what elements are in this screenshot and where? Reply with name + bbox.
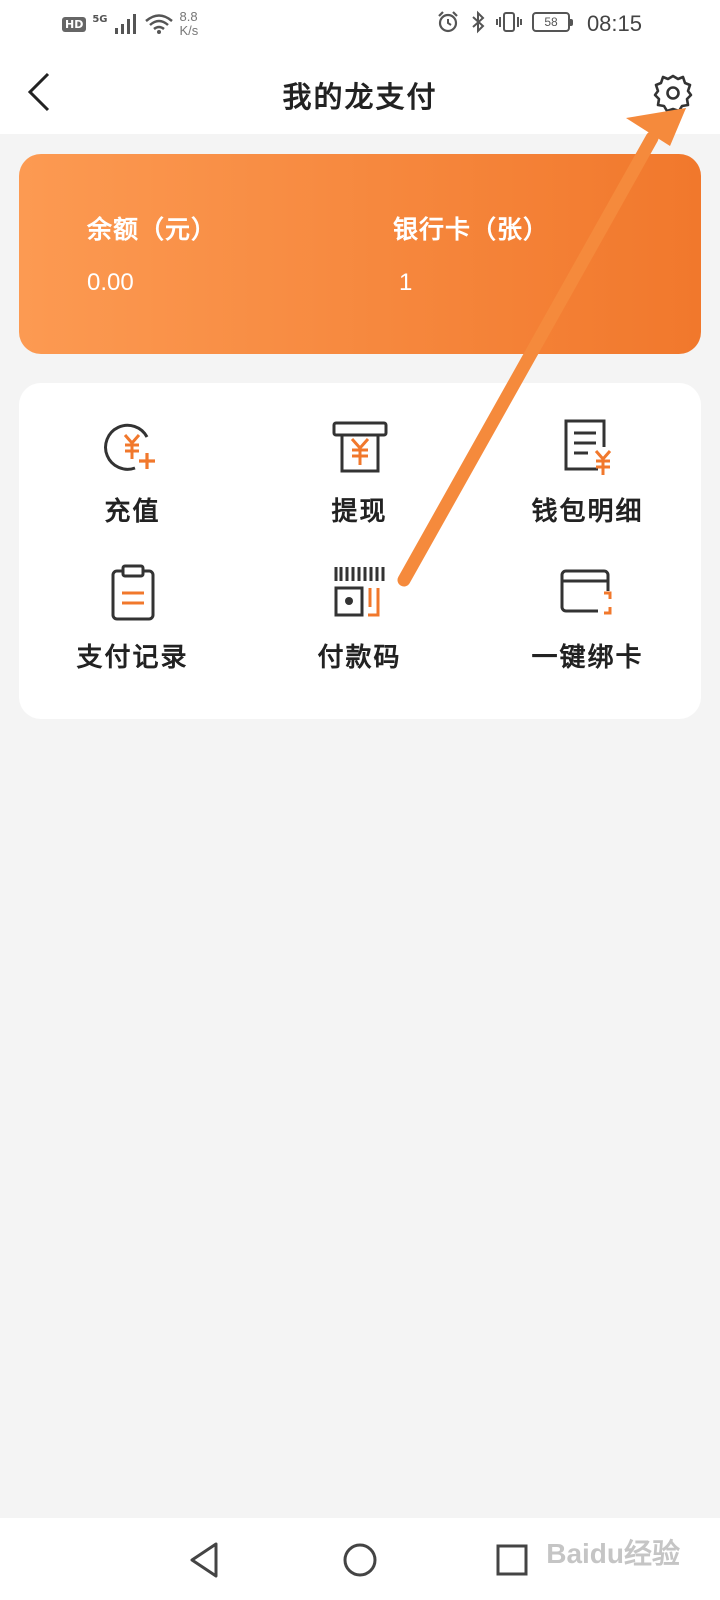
status-bar: HD 5G 8.8 K/s 58 08:15 bbox=[0, 0, 720, 50]
service-recharge[interactable]: 充值 bbox=[19, 383, 246, 533]
square-recents-icon bbox=[496, 1544, 528, 1576]
system-nav-bar: Baidu经验 bbox=[0, 1518, 720, 1600]
service-label: 提现 bbox=[331, 497, 388, 527]
balance-label: 余额（元） bbox=[87, 215, 218, 244]
service-grid: 充值 提现 钱包明细 支付记录 付款码 一键绑卡 bbox=[19, 383, 701, 719]
service-label: 充值 bbox=[104, 497, 161, 527]
network-speed: 8.8 K/s bbox=[179, 9, 199, 38]
service-label: 付款码 bbox=[317, 643, 402, 673]
clock: 08:15 bbox=[586, 11, 642, 36]
status-right: 58 bbox=[436, 10, 573, 34]
triangle-back-icon bbox=[190, 1542, 218, 1578]
network-type: 5G bbox=[92, 13, 108, 25]
app-header: 我的龙支付 bbox=[0, 50, 720, 134]
nav-recents-button[interactable] bbox=[490, 1538, 534, 1582]
bluetooth-icon bbox=[472, 10, 485, 34]
balance-value[interactable]: 0.00 bbox=[87, 269, 134, 297]
vibrate-icon bbox=[496, 12, 522, 32]
signal-icon bbox=[114, 14, 136, 34]
withdraw-icon bbox=[332, 421, 387, 473]
page-title: 我的龙支付 bbox=[282, 80, 438, 114]
nav-back-button[interactable] bbox=[184, 1538, 228, 1582]
balance-card: 余额（元） 0.00 银行卡（张） 1 bbox=[19, 154, 701, 354]
nav-home-button[interactable] bbox=[338, 1538, 382, 1582]
battery-indicator: 58 bbox=[532, 12, 573, 32]
wallet-detail-icon bbox=[564, 419, 611, 475]
status-left: HD 5G 8.8 K/s bbox=[62, 10, 208, 38]
bank-cards-value[interactable]: 1 bbox=[399, 269, 412, 297]
service-label: 钱包明细 bbox=[531, 497, 644, 527]
alarm-icon bbox=[438, 11, 458, 33]
hd-indicator: HD bbox=[62, 16, 87, 32]
service-withdraw[interactable]: 提现 bbox=[246, 383, 473, 533]
watermark: Baidu经验 bbox=[546, 1538, 680, 1569]
circle-home-icon bbox=[343, 1543, 377, 1577]
service-wallet-detail[interactable]: 钱包明细 bbox=[474, 383, 701, 533]
payment-record-icon bbox=[111, 564, 154, 621]
service-label: 一键绑卡 bbox=[531, 643, 644, 673]
gear-icon bbox=[653, 74, 693, 113]
bind-card-icon bbox=[560, 569, 611, 615]
wifi-icon bbox=[144, 14, 173, 34]
settings-button[interactable] bbox=[652, 72, 694, 114]
bank-cards-label: 银行卡（张） bbox=[393, 215, 550, 244]
recharge-icon bbox=[103, 423, 155, 471]
service-payment-code[interactable]: 付款码 bbox=[246, 529, 473, 679]
payment-code-icon bbox=[334, 567, 384, 617]
service-bind-card[interactable]: 一键绑卡 bbox=[474, 529, 701, 679]
service-label: 支付记录 bbox=[76, 643, 189, 673]
service-payment-record[interactable]: 支付记录 bbox=[19, 529, 246, 679]
